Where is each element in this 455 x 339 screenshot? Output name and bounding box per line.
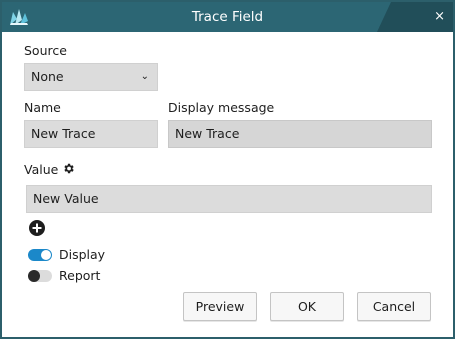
- ok-button[interactable]: OK: [270, 292, 344, 321]
- report-toggle-knob: [28, 270, 40, 282]
- value-label: Value: [24, 162, 59, 177]
- report-toggle[interactable]: [28, 270, 52, 282]
- title-bar[interactable]: Trace Field ×: [2, 2, 453, 32]
- chevron-down-icon: ⌄: [140, 71, 149, 82]
- display-message-input[interactable]: New Trace: [168, 120, 432, 148]
- name-input[interactable]: New Trace: [24, 120, 158, 148]
- report-toggle-label: Report: [59, 268, 101, 283]
- source-label: Source: [24, 43, 67, 58]
- close-icon[interactable]: ×: [434, 2, 445, 32]
- gear-icon[interactable]: [62, 162, 75, 175]
- name-label: Name: [24, 100, 61, 115]
- value-input[interactable]: New Value: [26, 185, 432, 213]
- display-message-label: Display message: [168, 100, 275, 115]
- display-toggle-label: Display: [59, 247, 106, 262]
- add-circle-icon[interactable]: [29, 220, 45, 236]
- preview-button[interactable]: Preview: [183, 292, 257, 321]
- dialog-title: Trace Field: [191, 9, 264, 25]
- display-toggle[interactable]: [28, 249, 52, 261]
- source-select-value: None: [31, 69, 64, 84]
- display-toggle-knob: [41, 250, 51, 260]
- trace-field-dialog: Trace Field × Source None ⌄ Name New Tra…: [0, 0, 455, 339]
- source-select[interactable]: None ⌄: [24, 63, 158, 91]
- cancel-button[interactable]: Cancel: [357, 292, 431, 321]
